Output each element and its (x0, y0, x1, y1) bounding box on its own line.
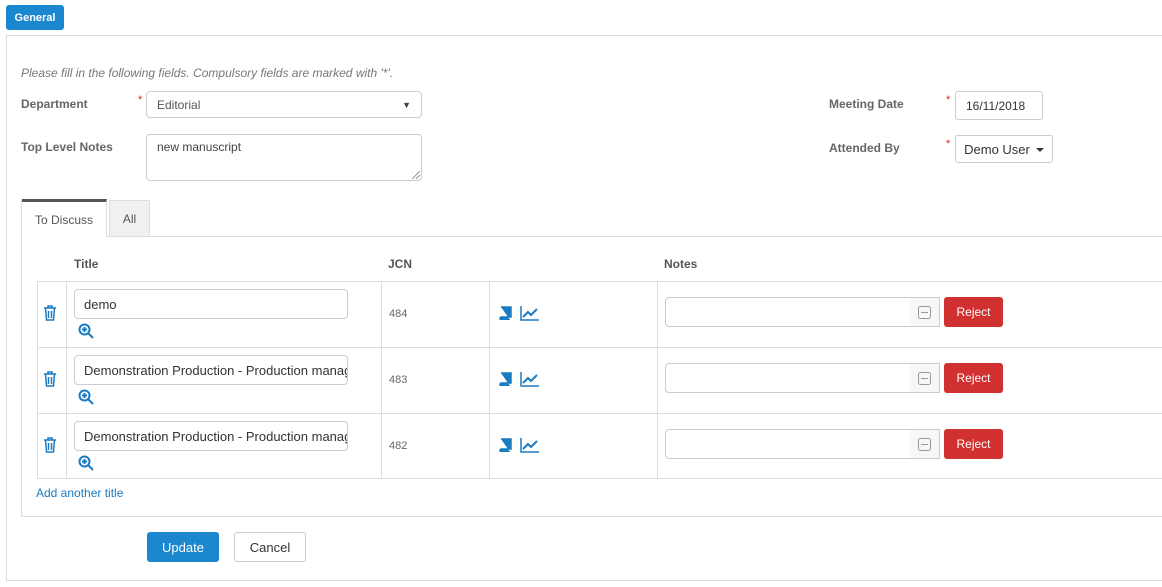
table-row: demo 484 Reject (37, 281, 1162, 347)
department-value: Editorial (157, 97, 201, 112)
tabs-divider (22, 236, 1162, 237)
top-level-notes-value: new manuscript (157, 140, 242, 154)
department-required-mark: * (138, 94, 143, 106)
cancel-button[interactable]: Cancel (234, 532, 306, 562)
top-level-notes-textarea[interactable]: new manuscript (146, 134, 422, 181)
meeting-date-value: 16/11/2018 (966, 98, 1026, 113)
titles-grid: Title JCN Notes demo 484 Reject Demonstr… (37, 244, 1162, 479)
row-border (37, 348, 38, 413)
row-border (66, 282, 67, 347)
jcn-value: 482 (389, 440, 408, 452)
row-border (489, 414, 490, 478)
minus-square-icon[interactable] (910, 429, 940, 459)
meeting-date-required-mark: * (946, 94, 951, 106)
minus-square-icon[interactable] (910, 363, 940, 393)
add-another-title-link[interactable]: Add another title (36, 486, 123, 500)
row-border (66, 348, 67, 413)
resize-handle-icon[interactable] (412, 171, 420, 179)
row-border (66, 414, 67, 478)
reject-button[interactable]: Reject (944, 363, 1003, 393)
caret-down-icon: ▼ (402, 99, 411, 110)
row-border (489, 282, 490, 347)
row-border (381, 282, 382, 347)
notes-input[interactable] (665, 363, 911, 393)
notes-input[interactable] (665, 297, 911, 327)
book-icon[interactable] (498, 372, 512, 386)
meeting-date-label: Meeting Date (829, 97, 904, 111)
trend-chart-icon[interactable] (520, 371, 540, 387)
column-header-title: Title (74, 257, 99, 271)
column-header-notes: Notes (664, 257, 698, 271)
title-input[interactable]: Demonstration Production - Production ma… (74, 421, 348, 451)
top-level-notes-label: Top Level Notes (21, 140, 113, 154)
notes-input[interactable] (665, 429, 911, 459)
row-border (657, 414, 658, 478)
trash-icon[interactable] (43, 305, 57, 321)
zoom-in-icon[interactable] (78, 389, 94, 405)
tab-all[interactable]: All (109, 200, 150, 236)
jcn-value: 483 (389, 374, 408, 386)
form-instruction: Please fill in the following fields. Com… (21, 66, 394, 80)
meeting-date-input[interactable]: 16/11/2018 (955, 91, 1043, 120)
minus-square-icon[interactable] (910, 297, 940, 327)
trend-chart-icon[interactable] (520, 305, 540, 321)
department-select[interactable]: Editorial ▼ (146, 91, 422, 118)
table-row: Demonstration Production - Production ma… (37, 347, 1162, 413)
row-border (657, 282, 658, 347)
department-label: Department (21, 97, 88, 111)
book-icon[interactable] (498, 306, 512, 320)
title-input[interactable]: Demonstration Production - Production ma… (74, 355, 348, 385)
discussion-tabs: To Discuss All Title JCN Notes demo 484 (21, 199, 1162, 517)
trash-icon[interactable] (43, 437, 57, 453)
title-input[interactable]: demo (74, 289, 348, 319)
reject-button[interactable]: Reject (944, 297, 1003, 327)
attended-by-required-mark: * (946, 138, 951, 150)
row-border (657, 348, 658, 413)
zoom-in-icon[interactable] (78, 323, 94, 339)
reject-button[interactable]: Reject (944, 429, 1003, 459)
grid-header: Title JCN Notes (37, 244, 1162, 281)
title-value: demo (84, 296, 117, 312)
row-border (381, 414, 382, 478)
update-button[interactable]: Update (147, 532, 219, 562)
tab-to-discuss[interactable]: To Discuss (22, 199, 107, 237)
column-header-jcn: JCN (388, 257, 413, 271)
title-value: Demonstration Production - Production ma… (84, 428, 348, 444)
trend-chart-icon[interactable] (520, 437, 540, 453)
book-icon[interactable] (498, 438, 512, 452)
zoom-in-icon[interactable] (78, 455, 94, 471)
row-border (37, 282, 38, 347)
row-border (37, 414, 38, 478)
jcn-value: 484 (389, 308, 408, 320)
form-panel: Please fill in the following fields. Com… (6, 35, 1162, 581)
row-border (381, 348, 382, 413)
trash-icon[interactable] (43, 371, 57, 387)
row-border (489, 348, 490, 413)
title-value: Demonstration Production - Production ma… (84, 362, 348, 378)
attended-by-dropdown[interactable]: Demo User (955, 135, 1053, 163)
caret-down-icon (1035, 147, 1044, 152)
tab-general[interactable]: General (6, 5, 64, 30)
attended-by-value: Demo User (964, 141, 1030, 157)
attended-by-label: Attended By (829, 141, 900, 155)
table-row: Demonstration Production - Production ma… (37, 413, 1162, 479)
